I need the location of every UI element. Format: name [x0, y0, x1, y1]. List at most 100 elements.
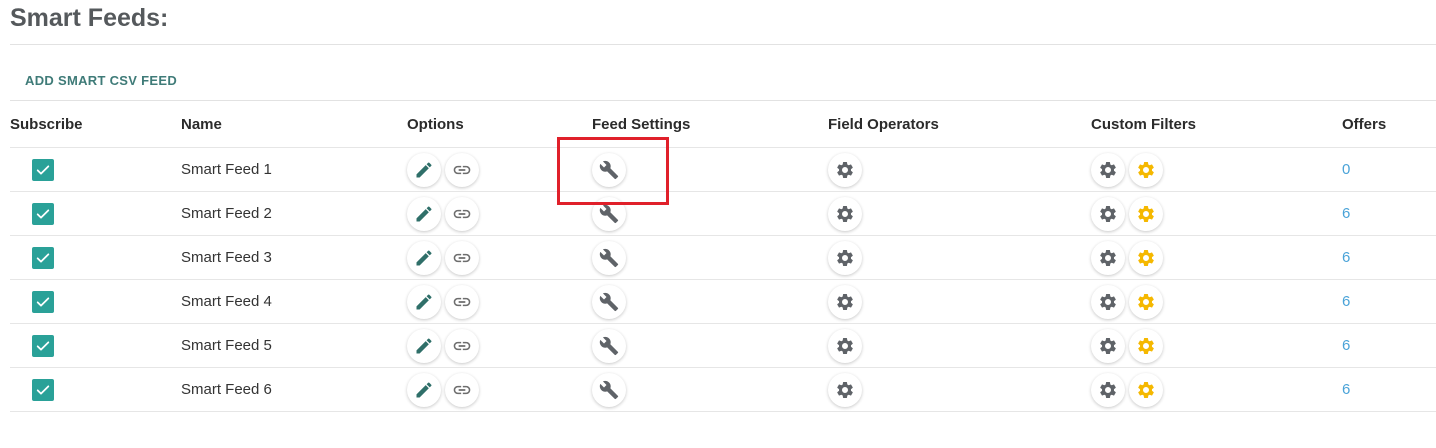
feed-settings-button[interactable] — [592, 240, 626, 275]
options-cell — [407, 279, 592, 324]
link-button[interactable] — [445, 328, 479, 363]
feed-name: Smart Feed 2 — [181, 191, 407, 236]
subscribe-checkbox[interactable] — [32, 158, 54, 181]
subscribe-checkbox[interactable] — [32, 202, 54, 225]
page-title: Smart Feeds: — [10, 4, 169, 32]
offers-count-link[interactable]: 6 — [1342, 249, 1350, 266]
offers-cell: 6 — [1342, 235, 1436, 280]
options-cell — [407, 191, 592, 236]
custom-filters-cell — [1091, 323, 1342, 368]
custom-filter-button[interactable] — [1091, 240, 1125, 275]
field-operators-cell — [828, 147, 1091, 192]
add-smart-csv-feed-link[interactable]: ADD SMART CSV FEED — [25, 73, 177, 88]
edit-button[interactable] — [407, 240, 441, 275]
edit-button[interactable] — [407, 152, 441, 187]
feed-settings-cell — [592, 279, 828, 324]
header-options: Options — [407, 100, 592, 148]
custom-filter-alt-button[interactable] — [1129, 240, 1163, 275]
field-operators-cell — [828, 235, 1091, 280]
subscribe-checkbox[interactable] — [32, 378, 54, 401]
edit-button[interactable] — [407, 196, 441, 231]
title-divider — [10, 44, 1436, 45]
link-button[interactable] — [445, 152, 479, 187]
offers-count-link[interactable]: 0 — [1342, 161, 1350, 178]
offers-count-link[interactable]: 6 — [1342, 381, 1350, 398]
link-button[interactable] — [445, 196, 479, 231]
field-operators-button[interactable] — [828, 152, 862, 187]
table-row: Smart Feed 3 6 — [10, 235, 1436, 280]
custom-filter-button[interactable] — [1091, 328, 1125, 363]
smart-feeds-table: Subscribe Name Options Feed Settings Fie… — [10, 100, 1436, 412]
header-offers: Offers — [1342, 100, 1436, 148]
subscribe-cell — [10, 279, 181, 324]
link-button[interactable] — [445, 284, 479, 319]
table-header-row: Subscribe Name Options Feed Settings Fie… — [10, 100, 1436, 148]
offers-cell: 0 — [1342, 147, 1436, 192]
subscribe-checkbox[interactable] — [32, 246, 54, 269]
custom-filters-cell — [1091, 279, 1342, 324]
custom-filter-button[interactable] — [1091, 284, 1125, 319]
options-cell — [407, 235, 592, 280]
options-cell — [407, 323, 592, 368]
table-row: Smart Feed 6 6 — [10, 367, 1436, 412]
header-field-operators: Field Operators — [828, 100, 1091, 148]
subscribe-checkbox[interactable] — [32, 290, 54, 313]
field-operators-cell — [828, 191, 1091, 236]
custom-filter-button[interactable] — [1091, 372, 1125, 407]
offers-count-link[interactable]: 6 — [1342, 293, 1350, 310]
feed-settings-button[interactable] — [592, 196, 626, 231]
offers-cell: 6 — [1342, 279, 1436, 324]
subscribe-cell — [10, 323, 181, 368]
field-operators-cell — [828, 323, 1091, 368]
custom-filter-alt-button[interactable] — [1129, 328, 1163, 363]
feed-settings-cell — [592, 367, 828, 412]
table-row: Smart Feed 1 0 — [10, 147, 1436, 192]
field-operators-cell — [828, 279, 1091, 324]
field-operators-button[interactable] — [828, 240, 862, 275]
custom-filters-cell — [1091, 191, 1342, 236]
offers-count-link[interactable]: 6 — [1342, 205, 1350, 222]
custom-filter-button[interactable] — [1091, 152, 1125, 187]
options-cell — [407, 147, 592, 192]
offers-cell: 6 — [1342, 191, 1436, 236]
feed-settings-button[interactable] — [592, 328, 626, 363]
field-operators-button[interactable] — [828, 284, 862, 319]
feed-settings-button[interactable] — [592, 152, 626, 187]
table-row: Smart Feed 2 6 — [10, 191, 1436, 236]
feed-settings-button[interactable] — [592, 284, 626, 319]
table-row: Smart Feed 4 6 — [10, 279, 1436, 324]
field-operators-button[interactable] — [828, 372, 862, 407]
link-button[interactable] — [445, 240, 479, 275]
custom-filter-alt-button[interactable] — [1129, 372, 1163, 407]
field-operators-button[interactable] — [828, 196, 862, 231]
edit-button[interactable] — [407, 284, 441, 319]
offers-count-link[interactable]: 6 — [1342, 337, 1350, 354]
feed-name: Smart Feed 5 — [181, 323, 407, 368]
subscribe-cell — [10, 367, 181, 412]
feed-settings-cell — [592, 147, 828, 192]
table-row: Smart Feed 5 6 — [10, 323, 1436, 368]
feed-name: Smart Feed 4 — [181, 279, 407, 324]
link-button[interactable] — [445, 372, 479, 407]
custom-filters-cell — [1091, 147, 1342, 192]
custom-filters-cell — [1091, 367, 1342, 412]
feed-settings-button[interactable] — [592, 372, 626, 407]
header-feed-settings: Feed Settings — [592, 100, 828, 148]
feed-name: Smart Feed 6 — [181, 367, 407, 412]
offers-cell: 6 — [1342, 367, 1436, 412]
custom-filter-alt-button[interactable] — [1129, 284, 1163, 319]
custom-filter-button[interactable] — [1091, 196, 1125, 231]
header-name: Name — [181, 100, 407, 148]
edit-button[interactable] — [407, 372, 441, 407]
edit-button[interactable] — [407, 328, 441, 363]
field-operators-button[interactable] — [828, 328, 862, 363]
custom-filter-alt-button[interactable] — [1129, 196, 1163, 231]
offers-cell: 6 — [1342, 323, 1436, 368]
custom-filters-cell — [1091, 235, 1342, 280]
feed-settings-cell — [592, 191, 828, 236]
subscribe-checkbox[interactable] — [32, 334, 54, 357]
custom-filter-alt-button[interactable] — [1129, 152, 1163, 187]
feed-settings-cell — [592, 235, 828, 280]
subscribe-cell — [10, 235, 181, 280]
feed-name: Smart Feed 1 — [181, 147, 407, 192]
